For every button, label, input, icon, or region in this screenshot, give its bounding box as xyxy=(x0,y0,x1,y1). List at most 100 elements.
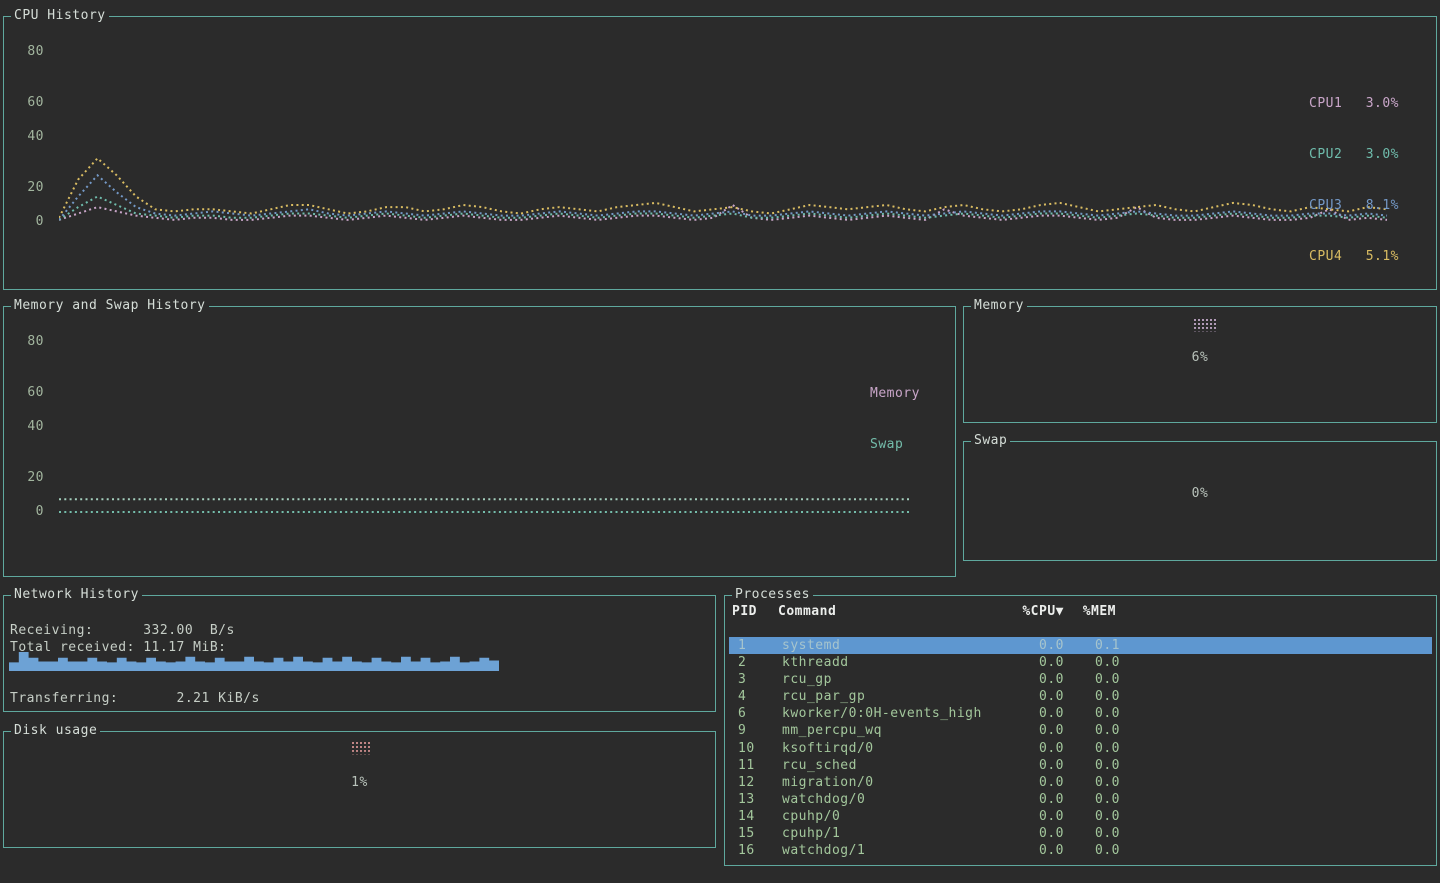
process-pid: 13 xyxy=(729,791,782,808)
network-history-title: Network History xyxy=(11,587,142,602)
processes-title: Processes xyxy=(732,587,813,602)
swap-gauge-panel: Swap 0% xyxy=(963,441,1437,561)
process-command: cpuhp/0 xyxy=(782,808,1008,825)
memory-gauge-panel: Memory 6% xyxy=(963,306,1437,423)
process-row[interactable]: 13watchdog/00.00.0 xyxy=(729,791,1432,808)
process-pid: 14 xyxy=(729,808,782,825)
process-mem-percent: 0.0 xyxy=(1064,740,1120,757)
process-pid: 3 xyxy=(729,671,782,688)
cpu-legend-item: CPU3 8.1% xyxy=(1309,197,1399,214)
memory-gauge-title: Memory xyxy=(971,298,1027,313)
cpu4-label: CPU4 xyxy=(1309,248,1342,265)
process-mem-percent: 0.0 xyxy=(1064,808,1120,825)
process-row[interactable]: 1systemd0.00.1 xyxy=(729,637,1432,654)
command-column-header[interactable]: Command xyxy=(778,604,1004,621)
process-mem-percent: 0.0 xyxy=(1064,671,1120,688)
process-row[interactable]: 6kworker/0:0H-events_high0.00.0 xyxy=(729,705,1432,722)
process-command: systemd xyxy=(782,637,1008,654)
process-table-rows: 1systemd0.00.12kthreadd0.00.03rcu_gp0.00… xyxy=(725,637,1436,859)
cpu2-label: CPU2 xyxy=(1309,146,1342,163)
cpu-ytick-80: 80 xyxy=(12,44,44,59)
memory-swap-chart xyxy=(59,326,916,518)
cpu-legend-item: CPU1 3.0% xyxy=(1309,95,1399,112)
process-mem-percent: 0.0 xyxy=(1064,705,1120,722)
process-row[interactable]: 11rcu_sched0.00.0 xyxy=(729,757,1432,774)
process-cpu-percent: 0.0 xyxy=(1008,825,1064,842)
process-command: watchdog/1 xyxy=(782,842,1008,859)
process-command: kthreadd xyxy=(782,654,1008,671)
process-command: ksoftirqd/0 xyxy=(782,740,1008,757)
process-mem-percent: 0.0 xyxy=(1064,825,1120,842)
process-command: rcu_par_gp xyxy=(782,688,1008,705)
mem-ytick-20: 20 xyxy=(12,470,44,485)
process-row[interactable]: 16watchdog/10.00.0 xyxy=(729,842,1432,859)
process-cpu-percent: 0.0 xyxy=(1008,842,1064,859)
cpu-column-header-sorted[interactable]: %CPU▼ xyxy=(1004,604,1064,621)
disk-usage-title: Disk usage xyxy=(11,723,100,738)
process-row[interactable]: 12migration/00.00.0 xyxy=(729,774,1432,791)
swap-gauge-title: Swap xyxy=(971,433,1010,448)
process-cpu-percent: 0.0 xyxy=(1008,722,1064,739)
cpu-history-title: CPU History xyxy=(11,8,109,23)
process-cpu-percent: 0.0 xyxy=(1008,671,1064,688)
swap-percent: 0% xyxy=(964,486,1436,501)
process-row[interactable]: 2kthreadd0.00.0 xyxy=(729,654,1432,671)
process-row[interactable]: 10ksoftirqd/00.00.0 xyxy=(729,740,1432,757)
disk-usage-panel: Disk usage 1% xyxy=(3,731,716,848)
process-mem-percent: 0.0 xyxy=(1064,842,1120,859)
process-cpu-percent: 0.0 xyxy=(1008,774,1064,791)
cpu-legend: CPU1 3.0% CPU2 3.0% CPU3 8.1% CPU4 5.1% xyxy=(1309,61,1399,299)
process-command: watchdog/0 xyxy=(782,791,1008,808)
process-pid: 9 xyxy=(729,722,782,739)
pid-column-header[interactable]: PID xyxy=(725,604,778,621)
process-mem-percent: 0.0 xyxy=(1064,791,1120,808)
process-pid: 10 xyxy=(729,740,782,757)
process-cpu-percent: 0.0 xyxy=(1008,654,1064,671)
process-table-header: PID Command %CPU▼ %MEM xyxy=(725,604,1436,621)
processes-panel: Processes PID Command %CPU▼ %MEM 1system… xyxy=(724,595,1437,866)
process-mem-percent: 0.0 xyxy=(1064,654,1120,671)
process-pid: 6 xyxy=(729,705,782,722)
process-pid: 12 xyxy=(729,774,782,791)
mem-ytick-0: 0 xyxy=(12,504,44,519)
cpu-ytick-20: 20 xyxy=(12,180,44,195)
cpu-history-panel: CPU History 80 60 40 20 0 CPU1 3.0% CPU2… xyxy=(3,16,1437,290)
memory-legend-label: Memory xyxy=(870,385,920,402)
process-row[interactable]: 9mm_percpu_wq0.00.0 xyxy=(729,722,1432,739)
cpu4-value: 5.1% xyxy=(1366,248,1399,265)
process-row[interactable]: 15cpuhp/10.00.0 xyxy=(729,825,1432,842)
process-pid: 15 xyxy=(729,825,782,842)
cpu3-value: 8.1% xyxy=(1366,197,1399,214)
mem-ytick-40: 40 xyxy=(12,419,44,434)
cpu2-value: 3.0% xyxy=(1366,146,1399,163)
process-cpu-percent: 0.0 xyxy=(1008,808,1064,825)
memory-percent: 6% xyxy=(964,350,1436,365)
process-command: rcu_gp xyxy=(782,671,1008,688)
mem-ytick-60: 60 xyxy=(12,385,44,400)
cpu-ytick-60: 60 xyxy=(12,95,44,110)
process-cpu-percent: 0.0 xyxy=(1008,688,1064,705)
disk-gauge-dots xyxy=(351,741,371,755)
cpu-legend-item: CPU4 5.1% xyxy=(1309,248,1399,265)
process-row[interactable]: 3rcu_gp0.00.0 xyxy=(729,671,1432,688)
memory-gauge-dots xyxy=(1193,318,1217,332)
process-row[interactable]: 14cpuhp/00.00.0 xyxy=(729,808,1432,825)
process-row[interactable]: 4rcu_par_gp0.00.0 xyxy=(729,688,1432,705)
system-monitor-screen: CPU History 80 60 40 20 0 CPU1 3.0% CPU2… xyxy=(0,0,1440,883)
process-cpu-percent: 0.0 xyxy=(1008,637,1064,654)
process-pid: 4 xyxy=(729,688,782,705)
mem-ytick-80: 80 xyxy=(12,334,44,349)
memory-swap-history-panel: Memory and Swap History 80 60 40 20 0 Me… xyxy=(3,306,956,577)
cpu-history-chart xyxy=(59,36,1391,228)
process-command: migration/0 xyxy=(782,774,1008,791)
network-receive-sparkline xyxy=(9,652,499,671)
mem-column-header[interactable]: %MEM xyxy=(1064,604,1116,621)
network-receiving-line: Receiving: 332.00 B/s xyxy=(10,623,235,638)
memory-swap-history-title: Memory and Swap History xyxy=(11,298,209,313)
process-command: cpuhp/1 xyxy=(782,825,1008,842)
process-mem-percent: 0.0 xyxy=(1064,688,1120,705)
process-pid: 1 xyxy=(729,637,782,654)
swap-legend-label: Swap xyxy=(870,436,920,453)
process-cpu-percent: 0.0 xyxy=(1008,757,1064,774)
cpu-ytick-40: 40 xyxy=(12,129,44,144)
